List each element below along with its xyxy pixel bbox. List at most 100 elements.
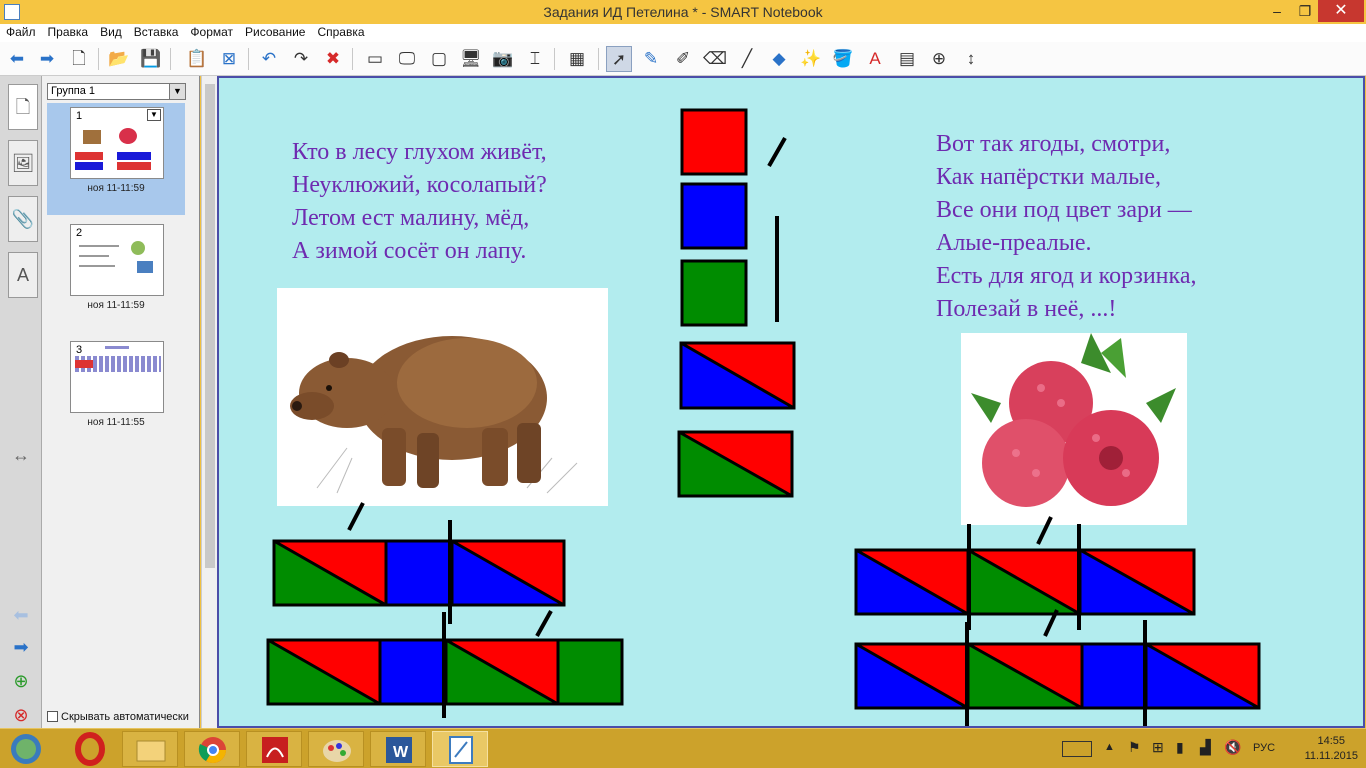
table-icon[interactable]: ▦ <box>564 46 590 72</box>
group-select[interactable]: Группа 1 ▼ <box>47 83 186 100</box>
group-select-value: Группа 1 <box>51 85 96 97</box>
menu-file[interactable]: Файл <box>0 24 42 40</box>
page-sorter-tab[interactable]: 🗋 <box>8 84 38 130</box>
creative-pen-icon[interactable]: ✐ <box>670 46 696 72</box>
resize-arrows-icon[interactable]: ↔ <box>8 444 34 466</box>
show-hidden-icons[interactable]: ▲ <box>1104 741 1115 753</box>
minimize-button[interactable]: – <box>1262 0 1292 22</box>
maximize-button[interactable]: ❐ <box>1290 0 1320 22</box>
move-toolbar-icon[interactable]: ↕ <box>958 46 984 72</box>
smart-notebook-taskbar-button[interactable] <box>432 731 488 767</box>
stress-mark <box>767 137 787 167</box>
thumbnail-menu-icon[interactable]: ▼ <box>147 109 161 121</box>
select-pointer-icon[interactable]: ➚ <box>606 46 632 72</box>
attachments-tab[interactable]: 📎 <box>8 196 38 242</box>
chrome-taskbar-button[interactable] <box>184 731 240 767</box>
blue-square <box>680 182 748 250</box>
paste-icon[interactable]: 📋 <box>184 46 210 72</box>
windows-logo-icon <box>11 734 41 764</box>
raspberry-scheme-row-1 <box>854 516 1196 630</box>
opera-taskbar-button[interactable] <box>62 731 118 767</box>
back-arrow-icon[interactable]: ⬅ <box>4 46 30 72</box>
full-screen-icon[interactable]: 🖵 <box>394 46 420 72</box>
clock-time: 14:55 <box>1317 735 1346 747</box>
page-sorter-icon: 🗋 <box>15 97 31 117</box>
measurement-tools-icon[interactable]: ⊕ <box>926 46 952 72</box>
save-icon[interactable]: 💾 <box>138 46 164 72</box>
menu-edit[interactable]: Правка <box>42 24 95 40</box>
text-icon[interactable]: A <box>862 46 888 72</box>
undo-icon[interactable]: ↶ <box>256 46 282 72</box>
windows-update-icon[interactable]: ⊞ <box>1152 739 1164 756</box>
menu-insert[interactable]: Вставка <box>128 24 185 40</box>
bear-scheme-row-2 <box>266 610 624 718</box>
previous-page-icon[interactable]: ⬅ <box>8 604 34 626</box>
menu-view[interactable]: Вид <box>94 24 128 40</box>
magic-pen-icon[interactable]: ✨ <box>798 46 824 72</box>
green-square <box>680 259 748 327</box>
page-thumbnail-2[interactable]: 2 ноя 11-11:59 <box>47 220 185 332</box>
transparent-background-icon[interactable]: ▢ <box>426 46 452 72</box>
auto-hide-checkbox[interactable]: Скрывать автоматически <box>47 711 189 723</box>
signal-icon[interactable]: ▟ <box>1200 739 1211 756</box>
properties-tab-icon: A <box>16 265 29 285</box>
auto-hide-label: Скрывать автоматически <box>61 711 189 723</box>
close-button[interactable]: ✕ <box>1318 0 1364 22</box>
add-page-icon[interactable]: 🗋 <box>66 46 92 72</box>
redo-icon[interactable]: ↷ <box>288 46 314 72</box>
side-tabs: 🗋 🖼 📎 A ↔ ⬅ ➡ ⊕ ⊗ <box>0 76 42 728</box>
menu-help[interactable]: Справка <box>311 24 370 40</box>
page-number: 1 <box>76 110 83 122</box>
battery-icon[interactable]: ▮ <box>1176 739 1184 756</box>
eraser-icon[interactable]: ⌫ <box>702 46 728 72</box>
word-taskbar-button[interactable]: W <box>370 731 426 767</box>
menu-draw[interactable]: Рисование <box>239 24 311 40</box>
screen-shade-icon[interactable]: ▭ <box>362 46 388 72</box>
page-thumbnail-1[interactable]: 1 ▼ ноя 11-11:59 <box>47 103 185 215</box>
blue-red-split-rect <box>679 341 796 410</box>
clear-page-icon[interactable]: ⊠ <box>216 46 242 72</box>
page-time: ноя 11-11:55 <box>87 417 145 428</box>
next-page-icon[interactable]: ➡ <box>8 636 34 658</box>
raspberry-scheme-row-2 <box>854 609 1261 726</box>
fill-icon[interactable]: 🪣 <box>830 46 856 72</box>
keyboard-icon[interactable] <box>1062 741 1092 757</box>
delete-icon[interactable]: ✖ <box>320 46 346 72</box>
chevron-down-icon[interactable]: ▼ <box>169 84 185 99</box>
page-time: ноя 11-11:59 <box>87 300 145 311</box>
line-icon[interactable]: ╱ <box>734 46 760 72</box>
acrobat-taskbar-button[interactable] <box>246 731 302 767</box>
page-number: 2 <box>76 227 83 239</box>
menu-format[interactable]: Формат <box>184 24 239 40</box>
forward-arrow-icon[interactable]: ➡ <box>34 46 60 72</box>
gallery-tab[interactable]: 🖼 <box>8 140 38 186</box>
title-bar: Задания ИД Петелина * - SMART Notebook –… <box>0 0 1366 24</box>
menu-bar: Файл Правка Вид Вставка Формат Рисование Справ… <box>0 24 1366 42</box>
shapes-icon[interactable]: ◆ <box>766 46 792 72</box>
taskbar: W ▲ ⚑ ⊞ ▮ ▟ 🔇 РУС 14:55 11.11.2015 <box>0 728 1366 768</box>
slide-canvas[interactable]: Кто в лесу глухом живёт, Неуклюжий, косо… <box>217 76 1365 728</box>
explorer-taskbar-button[interactable] <box>122 731 178 767</box>
pen-icon[interactable]: ✎ <box>638 46 664 72</box>
properties-tab[interactable]: A <box>8 252 38 298</box>
folder-icon <box>136 740 166 762</box>
start-button[interactable] <box>4 731 48 767</box>
page-sorter: Группа 1 ▼ 1 ▼ ноя 11-11:59 2 ноя 11-11:… <box>42 76 200 728</box>
paint-palette-icon <box>323 740 351 762</box>
flag-icon[interactable]: ⚑ <box>1128 739 1141 756</box>
display-options-icon[interactable]: 🖥 <box>458 46 484 72</box>
sorter-scrollbar[interactable] <box>201 76 217 728</box>
screen-capture-icon[interactable]: 📷 <box>490 46 516 72</box>
page-thumbnail-3[interactable]: 3 ноя 11-11:55 <box>47 337 185 449</box>
properties-icon[interactable]: ▤ <box>894 46 920 72</box>
delete-page-side-icon[interactable]: ⊗ <box>8 704 34 726</box>
add-page-side-icon[interactable]: ⊕ <box>8 670 34 692</box>
paint-taskbar-button[interactable] <box>308 731 364 767</box>
volume-muted-icon[interactable]: 🔇 <box>1224 739 1241 756</box>
document-camera-icon[interactable]: ⌶ <box>522 46 548 72</box>
window-title: Задания ИД Петелина * - SMART Notebook <box>543 4 823 20</box>
open-folder-icon[interactable]: 📂 <box>106 46 132 72</box>
language-indicator[interactable]: РУС <box>1253 742 1275 754</box>
paperclip-icon: 📎 <box>11 209 35 229</box>
clock[interactable]: 14:55 11.11.2015 <box>1305 734 1358 764</box>
